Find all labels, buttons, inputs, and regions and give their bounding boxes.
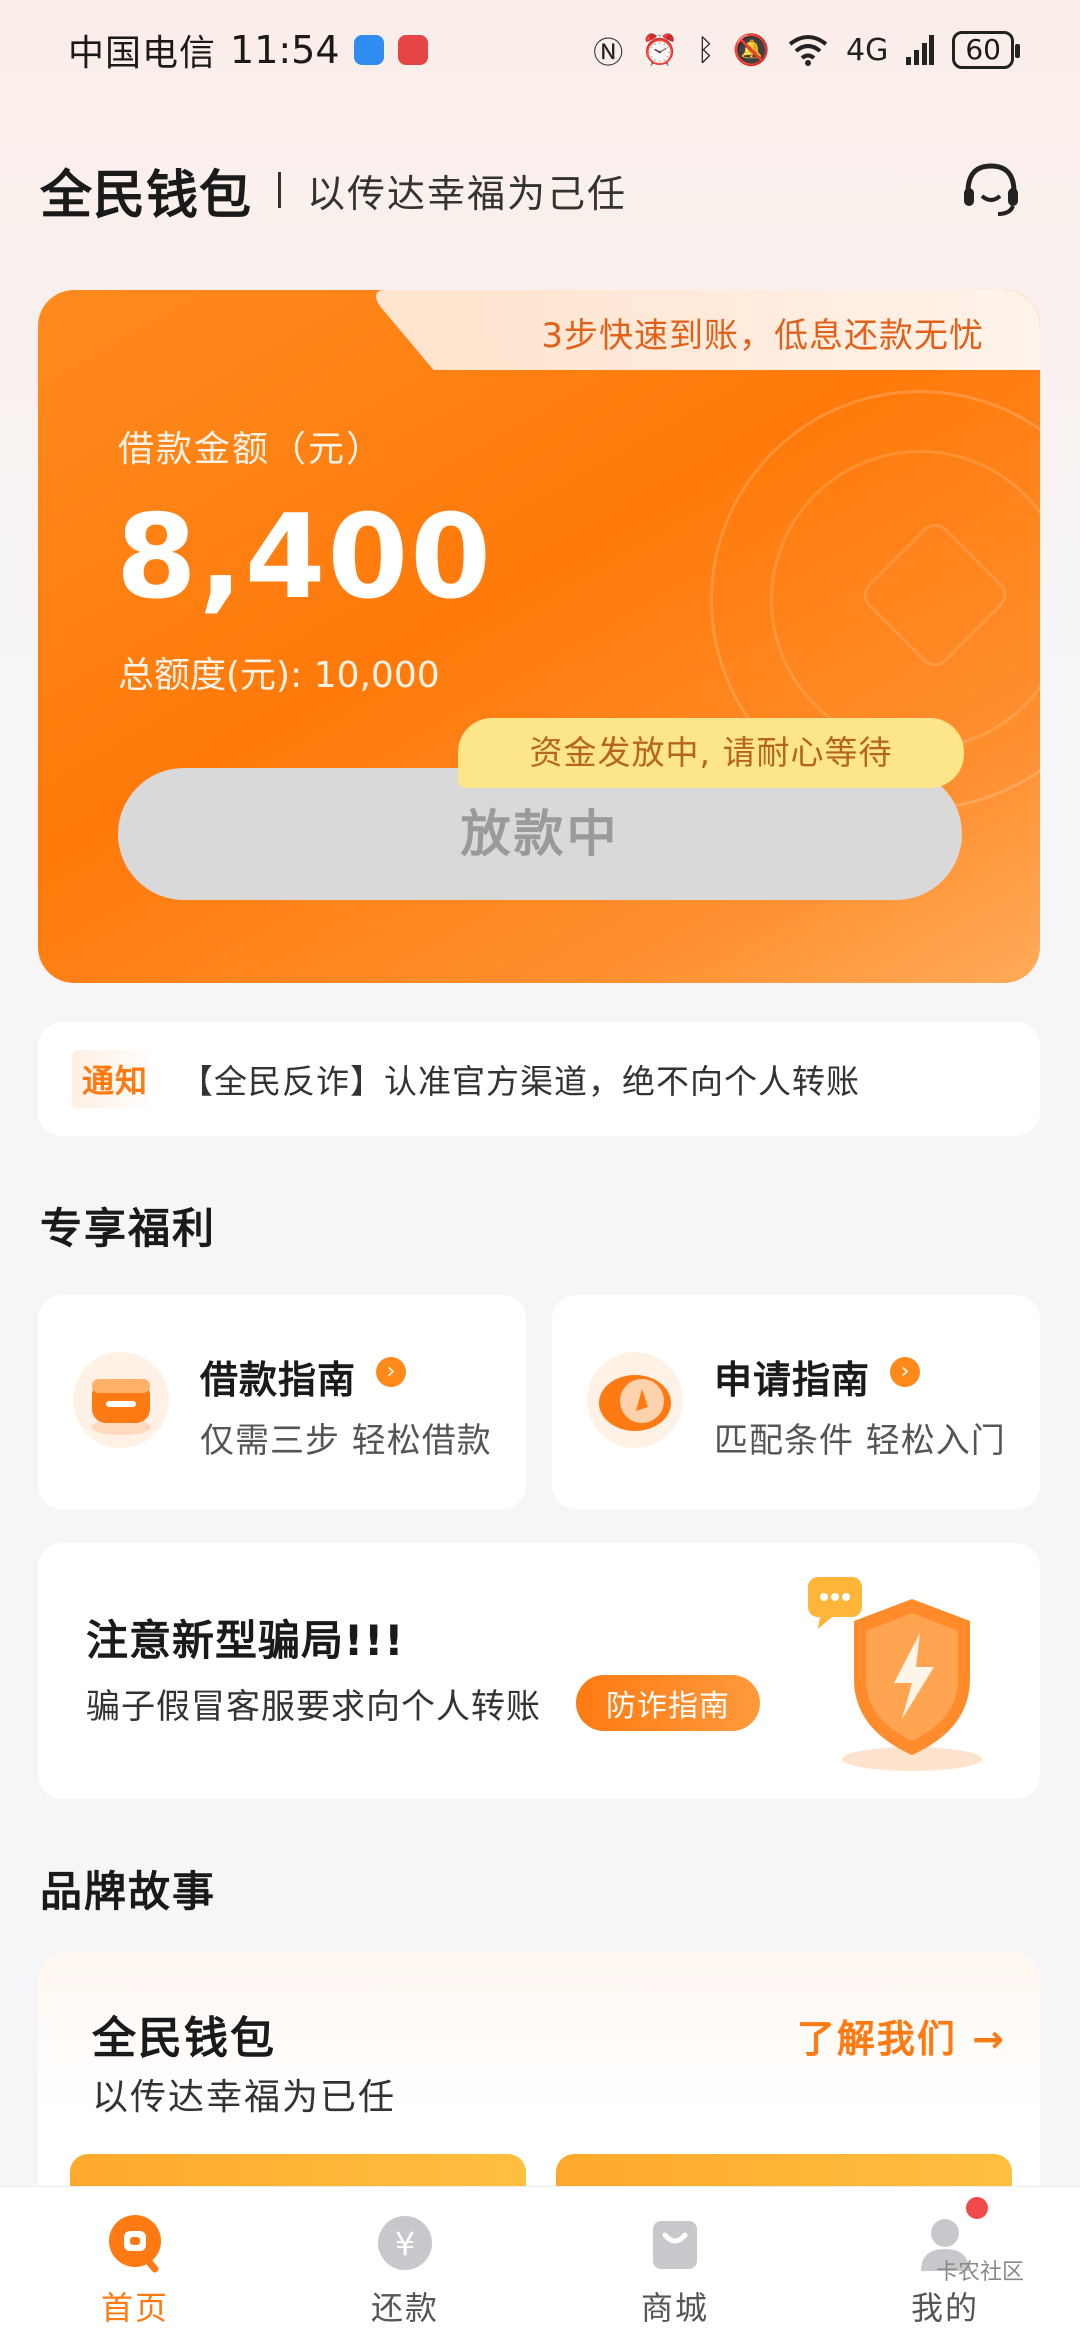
benefits-section-title: 专享福利: [40, 1204, 217, 1253]
loan-guide-card[interactable]: 借款指南 › 仅需三步 轻松借款: [38, 1295, 526, 1509]
brand-story-section-title: 品牌故事: [40, 1867, 217, 1916]
card-tab: 3步快速到账，低息还款无忧: [440, 290, 1040, 370]
notice-bar[interactable]: 通知 【全民反诈】认准官方渠道，绝不向个人转账: [38, 1022, 1040, 1136]
wallet-icon: [73, 1352, 169, 1448]
signal-icon: [906, 35, 935, 65]
brand-story-card: 全民钱包 以传达幸福为已任 了解我们 →: [38, 1952, 1040, 2212]
shopping-bag-icon: [653, 2221, 697, 2269]
tab-home[interactable]: 首页: [0, 2187, 270, 2340]
tab-repay[interactable]: ¥ 还款: [270, 2187, 540, 2340]
compass-icon: [587, 1352, 683, 1448]
home-icon: [109, 2215, 161, 2273]
wifi-icon: [788, 35, 828, 66]
brand-slogan: 以传达幸福为己任: [307, 171, 628, 216]
apply-guide-card[interactable]: 申请指南 › 匹配条件 轻松入门: [552, 1295, 1040, 1509]
status-bar: 中国电信 11:54 Ⓝ ⏰ ᛒ 🔕 4G 60: [0, 0, 1080, 100]
apply-guide-subtitle: 匹配条件 轻松入门: [714, 1421, 1006, 1461]
watermark: 卡农社区: [935, 2260, 1024, 2285]
svg-text:¥: ¥: [395, 2225, 415, 2263]
clock: 11:54: [230, 28, 340, 72]
message-app-icon: [353, 35, 384, 65]
header-divider: [278, 172, 282, 208]
release-status-tip: 资金发放中, 请耐心等待: [458, 718, 964, 788]
loan-amount-value: 8,400: [116, 490, 493, 625]
tab-mine-label: 我的: [910, 2289, 979, 2327]
status-left: 中国电信 11:54: [68, 24, 428, 76]
bluetooth-icon: ᛒ: [696, 32, 715, 68]
tab-mall[interactable]: 商城: [540, 2187, 810, 2340]
yuan-icon: ¥: [378, 2216, 432, 2270]
tab-home-label: 首页: [100, 2289, 169, 2327]
alarm-icon: ⏰: [641, 32, 679, 68]
notification-dot: [966, 2197, 988, 2219]
loan-card: 3步快速到账，低息还款无忧 借款金额（元） 8,400 总额度(元): 10,0…: [38, 290, 1040, 983]
loan-guide-subtitle: 仅需三步 轻松借款: [200, 1421, 492, 1461]
app-header: 全民钱包 以传达幸福为己任: [40, 150, 1040, 230]
battery-indicator: 60: [952, 31, 1020, 69]
status-right: Ⓝ ⏰ ᛒ 🔕 4G 60: [593, 28, 1020, 72]
fraud-title: 注意新型骗局!!!: [86, 1616, 405, 1665]
tab-mall-label: 商城: [640, 2289, 709, 2327]
apply-guide-title: 申请指南: [714, 1358, 871, 1402]
fraud-subtitle: 骗子假冒客服要求向个人转账: [86, 1687, 541, 1727]
brand-story-title: 全民钱包: [92, 2013, 276, 2064]
notice-badge: 通知: [72, 1050, 159, 1108]
tab-repay-label: 还款: [370, 2289, 439, 2327]
notification-app-icon: [397, 35, 428, 65]
shield-lightning-icon: [808, 1577, 982, 1771]
bottom-tab-bar: 首页 ¥ 还款 商城 我的: [0, 2186, 1080, 2340]
carrier-label: 中国电信: [68, 33, 217, 74]
brand-title: 全民钱包: [40, 165, 253, 226]
notice-text: 【全民反诈】认准官方渠道，绝不向个人转账: [180, 1062, 861, 1101]
total-credit-label: 总额度(元): 10,000: [118, 655, 440, 696]
loan-amount-label: 借款金额（元）: [118, 429, 385, 470]
loan-guide-title: 借款指南: [200, 1358, 357, 1402]
nfc-icon: Ⓝ: [593, 36, 624, 71]
headset-icon[interactable]: [958, 156, 1024, 222]
about-us-link[interactable]: 了解我们 →: [797, 2008, 1006, 2063]
network-label: 4G: [846, 32, 889, 68]
brand-story-subtitle: 以传达幸福为已任: [92, 2077, 397, 2118]
mute-icon: 🔕: [732, 32, 771, 68]
card-tab-text: 3步快速到账，低息还款无忧: [541, 316, 984, 356]
chevron-right-icon: ›: [890, 1357, 920, 1387]
anti-fraud-guide-button[interactable]: 防诈指南: [576, 1675, 760, 1731]
chevron-right-icon: ›: [376, 1357, 406, 1387]
fraud-warning-card: 注意新型骗局!!! 骗子假冒客服要求向个人转账 防诈指南: [38, 1543, 1040, 1799]
